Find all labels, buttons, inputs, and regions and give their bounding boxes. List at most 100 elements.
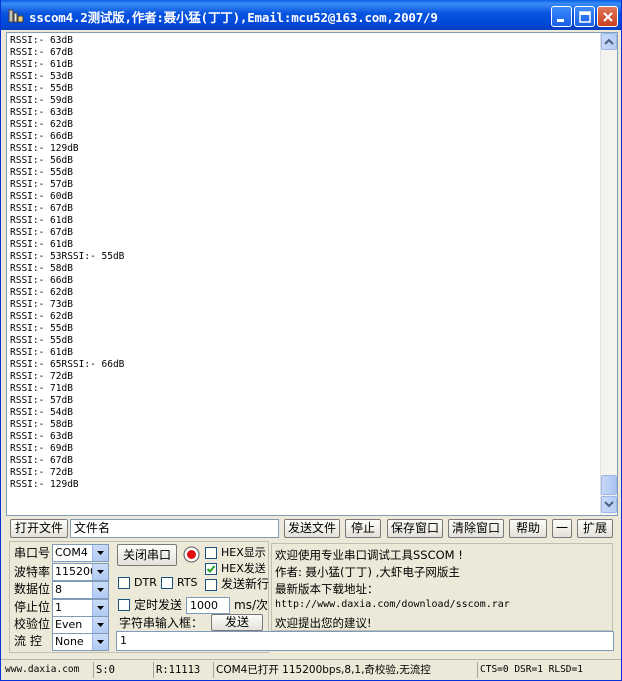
scroll-down-button[interactable] [601, 496, 617, 513]
stopbits-select[interactable]: 1 [52, 599, 109, 617]
receive-textarea[interactable]: RSSI:- 63dB RSSI:- 67dB RSSI:- 61dB RSSI:- … [6, 32, 618, 516]
scroll-up-button[interactable] [601, 33, 617, 50]
help-button[interactable]: 帮助 [509, 519, 547, 538]
hex-send-label: HEX发送 [221, 562, 266, 575]
receive-line: RSSI:- 62dB [10, 287, 73, 298]
chevron-up-icon [604, 38, 614, 45]
scroll-thumb[interactable] [601, 475, 617, 495]
receive-line: RSSI:- 61dB [10, 239, 73, 250]
receive-line: RSSI:- 72dB [10, 371, 73, 382]
info-feedback: 欢迎提出您的建议! [275, 616, 372, 630]
vertical-scrollbar[interactable] [600, 33, 617, 515]
chevron-down-icon [92, 600, 108, 616]
filename-input[interactable]: 文件名 [70, 519, 279, 538]
close-port-button[interactable]: 关闭串口 [117, 544, 177, 566]
port-select[interactable]: COM4 [52, 544, 109, 562]
info-download-label: 最新版本下载地址： [275, 582, 379, 596]
chevron-down-icon [92, 617, 108, 633]
receive-line: RSSI:- 69dB [10, 443, 73, 454]
info-download-url[interactable]: http://www.daxia.com/download/sscom.rar [275, 599, 510, 610]
receive-line: RSSI:- 53RSSI:- 55dB [10, 251, 125, 262]
save-window-button[interactable]: 保存窗口 [387, 519, 443, 538]
dtr-label: DTR [134, 576, 157, 589]
open-file-button[interactable]: 打开文件 [10, 519, 68, 538]
info-welcome: 欢迎使用专业串口调试工具SSCOM ! [275, 548, 463, 562]
port-value: COM4 [55, 546, 88, 559]
chevron-down-icon [92, 564, 108, 580]
receive-line: RSSI:- 67dB [10, 227, 73, 238]
chevron-down-icon [92, 582, 108, 598]
status-port-state: COM4已打开 115200bps,8,1,奇校验,无流控 [213, 662, 475, 678]
checkmark-icon [206, 565, 216, 573]
receive-line: RSSI:- 55dB [10, 335, 73, 346]
receive-line: RSSI:- 54dB [10, 407, 73, 418]
flow-value: None [55, 635, 84, 648]
rts-label: RTS [177, 576, 198, 589]
receive-line: RSSI:- 58dB [10, 419, 73, 430]
receive-line: RSSI:- 58dB [10, 263, 73, 274]
baud-value: 115200 [55, 565, 97, 578]
receive-line: RSSI:- 59dB [10, 95, 73, 106]
rts-checkbox[interactable] [161, 577, 173, 589]
app-icon [8, 9, 24, 23]
hex-display-checkbox[interactable] [205, 547, 217, 559]
collapse-button[interactable]: 一 [552, 519, 572, 538]
receive-line: RSSI:- 67dB [10, 47, 73, 58]
receive-line: RSSI:- 73dB [10, 299, 73, 310]
chevron-down-icon [604, 501, 614, 508]
dtr-checkbox[interactable] [118, 577, 130, 589]
send-text-input[interactable]: 1 [116, 631, 614, 651]
parity-select[interactable]: Even [52, 616, 109, 634]
timed-send-checkbox[interactable] [118, 599, 130, 611]
send-file-button[interactable]: 发送文件 [284, 519, 340, 538]
info-author: 作者: 聂小猛(丁丁) ,大虾电子网版主 [275, 565, 460, 579]
stopbits-label: 停止位 [14, 600, 51, 614]
receive-line: RSSI:- 60dB [10, 191, 73, 202]
status-sent-count: S:0 [93, 662, 151, 678]
receive-line: RSSI:- 56dB [10, 155, 73, 166]
receive-line: RSSI:- 55dB [10, 83, 73, 94]
stopbits-value: 1 [55, 601, 62, 614]
maximize-button[interactable] [574, 6, 595, 27]
receive-line: RSSI:- 71dB [10, 383, 73, 394]
receive-line: RSSI:- 61dB [10, 347, 73, 358]
char-input-label: 字符串输入框： [119, 616, 204, 630]
databits-value: 8 [55, 583, 62, 596]
receive-line: RSSI:- 66dB [10, 131, 73, 142]
timed-send-label: 定时发送 [134, 598, 183, 612]
databits-select[interactable]: 8 [52, 581, 109, 599]
status-site: www.daxia.com [5, 664, 80, 675]
receive-line: RSSI:- 57dB [10, 395, 73, 406]
receive-line: RSSI:- 129dB [10, 143, 79, 154]
baud-select[interactable]: 115200 [52, 563, 109, 581]
minimize-button[interactable] [551, 6, 572, 27]
expand-button[interactable]: 扩展 [577, 519, 613, 538]
send-newline-checkbox[interactable] [205, 579, 217, 591]
interval-unit-label: ms/次 [234, 598, 268, 612]
minimize-icon [557, 19, 564, 22]
info-panel: 欢迎使用专业串口调试工具SSCOM ! 作者: 聂小猛(丁丁) ,大虾电子网版主… [271, 543, 613, 631]
flow-label: 流 控 [14, 634, 42, 648]
receive-line: RSSI:- 62dB [10, 311, 73, 322]
receive-lines: RSSI:- 63dB RSSI:- 67dB RSSI:- 61dB RSSI:- … [10, 35, 600, 491]
receive-line: RSSI:- 129dB [10, 479, 79, 490]
send-button[interactable]: 发送 [211, 614, 263, 631]
receive-line: RSSI:- 63dB [10, 431, 73, 442]
status-modem-lines: CTS=0 DSR=1 RLSD=1 [477, 662, 619, 678]
sscom-window: sscom4.2测试版,作者:聂小猛(丁丁),Email:mcu52@163.c… [0, 0, 622, 681]
window-title: sscom4.2测试版,作者:聂小猛(丁丁),Email:mcu52@163.c… [29, 10, 438, 25]
interval-input[interactable]: 1000 [186, 597, 230, 614]
port-label: 串口号 [14, 546, 51, 560]
clear-window-button[interactable]: 清除窗口 [448, 519, 504, 538]
close-button[interactable] [597, 6, 618, 27]
hex-send-checkbox[interactable] [205, 563, 217, 575]
receive-line: RSSI:- 63dB [10, 35, 73, 46]
receive-line: RSSI:- 55dB [10, 167, 73, 178]
flow-select[interactable]: None [52, 633, 109, 651]
title-bar[interactable]: sscom4.2测试版,作者:聂小猛(丁丁),Email:mcu52@163.c… [1, 0, 621, 30]
stop-button[interactable]: 停止 [345, 519, 381, 538]
receive-line: RSSI:- 67dB [10, 203, 73, 214]
chevron-down-icon [92, 545, 108, 561]
close-icon [603, 12, 613, 22]
receive-line: RSSI:- 53dB [10, 71, 73, 82]
